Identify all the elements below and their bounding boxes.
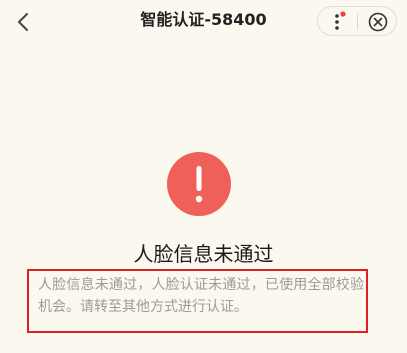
more-dots-icon bbox=[335, 11, 346, 30]
result-description: 人脸信息未通过，人脸认证未通过，已使用全部校验机会。请转至其他方式进行认证。 bbox=[38, 277, 364, 315]
error-status-icon bbox=[167, 152, 231, 216]
back-button[interactable] bbox=[12, 9, 36, 35]
capsule-divider bbox=[357, 14, 358, 30]
navigation-bar: 智能认证-58400 bbox=[0, 0, 407, 44]
more-button[interactable] bbox=[322, 9, 354, 35]
mini-program-capsule bbox=[317, 6, 397, 36]
chevron-left-icon bbox=[18, 13, 28, 31]
close-button[interactable] bbox=[362, 9, 394, 35]
result-title: 人脸信息未通过 bbox=[133, 242, 274, 266]
close-circle-icon bbox=[368, 12, 388, 32]
notification-dot bbox=[340, 11, 346, 17]
exclamation-icon bbox=[195, 166, 203, 203]
